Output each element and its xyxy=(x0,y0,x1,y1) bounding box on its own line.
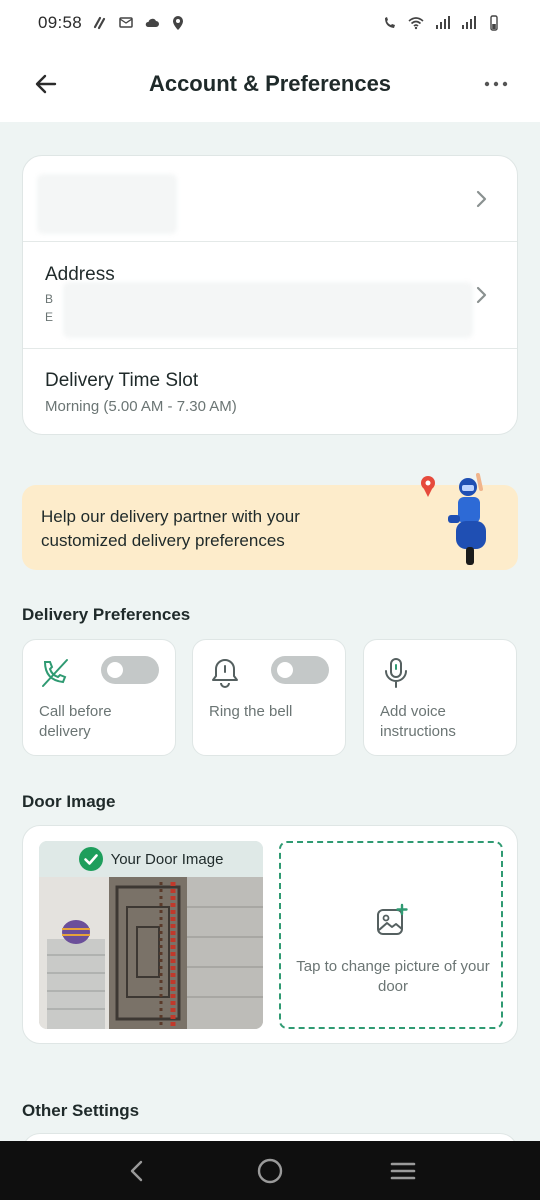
address-line-1: B xyxy=(45,292,54,306)
add-image-icon xyxy=(377,903,408,935)
pref-label: Ring the bell xyxy=(209,703,293,720)
system-nav-bar xyxy=(0,1141,540,1200)
nav-back-button[interactable] xyxy=(117,1151,157,1191)
status-time: 09:58 xyxy=(38,13,83,32)
door-image-title: Door Image xyxy=(22,792,116,811)
signal-icon-1 xyxy=(436,16,450,29)
more-options-button[interactable] xyxy=(480,68,512,100)
signal-icon-2 xyxy=(462,16,476,29)
delivery-slot-row[interactable]: Delivery Time Slot Morning (5.00 AM - 7.… xyxy=(23,349,517,434)
door-image-badge-text: Your Door Image xyxy=(110,850,224,868)
pref-label: Add voice instructions xyxy=(380,703,456,740)
bell-icon xyxy=(212,659,238,688)
upload-text: Tap to change picture of your door xyxy=(296,958,490,995)
status-right xyxy=(382,15,502,31)
arrow-left-icon xyxy=(35,74,57,94)
door-photo: Your Door Image xyxy=(39,841,263,1029)
battery-icon xyxy=(490,15,498,31)
toggle-knob xyxy=(277,662,293,678)
pref-call-before-delivery[interactable]: Call before delivery xyxy=(22,639,176,756)
promo-text: Help our delivery partner with your cust… xyxy=(41,507,300,550)
check-circle-icon xyxy=(78,847,103,871)
pref-ring-the-bell[interactable]: Ring the bell xyxy=(192,639,346,756)
chevron-left-icon xyxy=(130,1160,142,1181)
pref-label: Call before delivery xyxy=(39,703,112,740)
location-status-icon xyxy=(173,16,184,30)
door-photo-header: Your Door Image xyxy=(39,841,263,877)
redacted-address xyxy=(63,282,473,338)
wifi-icon xyxy=(408,17,424,30)
pref-add-voice-instructions[interactable]: Add voice instructions xyxy=(363,639,517,756)
app-header: Account & Preferences xyxy=(0,46,540,122)
other-settings-title: Other Settings xyxy=(22,1101,140,1120)
delivery-scooter-illustration xyxy=(421,473,486,565)
link-status-icon xyxy=(93,16,106,30)
cloud-status-icon xyxy=(145,18,160,27)
profile-row[interactable] xyxy=(23,156,517,242)
toggle-knob xyxy=(107,662,123,678)
account-card: Address B E Delivery Time Slot Morning (… xyxy=(22,155,518,435)
home-circle-icon xyxy=(257,1158,283,1183)
chevron-right-icon xyxy=(476,190,487,208)
delivery-slot-value: Morning (5.00 AM - 7.30 AM) xyxy=(45,398,237,415)
address-row[interactable]: Address B E xyxy=(23,242,517,349)
status-left: 09:58 xyxy=(38,13,186,33)
message-status-icon xyxy=(119,17,133,28)
change-door-picture-button[interactable]: Tap to change picture of your door xyxy=(279,841,503,1029)
chevron-right-icon xyxy=(476,286,487,304)
microphone-icon xyxy=(385,658,407,688)
redacted-profile xyxy=(37,174,177,234)
no-call-icon xyxy=(42,659,68,687)
call-before-delivery-toggle[interactable] xyxy=(101,656,159,684)
back-button[interactable] xyxy=(30,68,62,100)
address-line-2: E xyxy=(45,310,54,324)
ring-the-bell-toggle[interactable] xyxy=(271,656,329,684)
door-image-card: Your Door Image Tap to change picture of… xyxy=(22,825,518,1044)
wifi-call-icon xyxy=(385,17,395,28)
delivery-preferences-banner: Help our delivery partner with your cust… xyxy=(22,473,518,570)
nav-recents-button[interactable] xyxy=(383,1151,423,1191)
door-photo-image xyxy=(39,877,263,1029)
more-horizontal-icon xyxy=(484,81,508,87)
delivery-preferences-title: Delivery Preferences xyxy=(22,605,191,624)
nav-home-button[interactable] xyxy=(250,1151,290,1191)
delivery-slot-label: Delivery Time Slot xyxy=(45,370,199,391)
status-bar: 09:58 xyxy=(0,0,540,46)
page-title: Account & Preferences xyxy=(148,71,392,96)
menu-lines-icon xyxy=(391,1162,416,1179)
